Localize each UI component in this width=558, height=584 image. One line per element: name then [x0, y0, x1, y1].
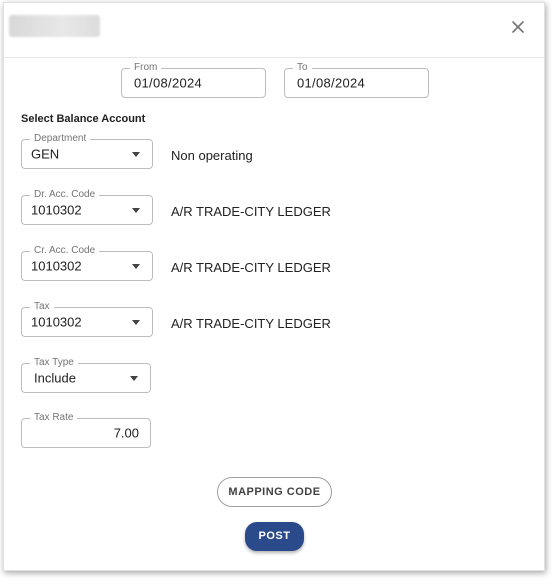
dr-acc-code-value: 1010302 [31, 202, 82, 218]
close-icon[interactable] [510, 19, 526, 35]
post-button[interactable]: POST [245, 522, 304, 551]
chevron-down-icon [132, 208, 140, 213]
tax-value: 1010302 [31, 314, 82, 330]
tax-type-select[interactable]: Tax Type Include [21, 357, 151, 393]
dialog-title-redacted [9, 15, 100, 37]
tax-label: Tax [30, 301, 54, 313]
dr-acc-code-description: A/R TRADE-CITY LEDGER [171, 204, 331, 219]
dr-acc-code-select[interactable]: Dr. Acc. Code 1010302 [21, 189, 153, 225]
tax-rate-label: Tax Rate [30, 412, 78, 424]
chevron-down-icon [132, 320, 140, 325]
chevron-down-icon [132, 264, 140, 269]
tax-type-label: Tax Type [30, 357, 78, 369]
department-description: Non operating [171, 148, 253, 163]
chevron-down-icon [132, 152, 140, 157]
tax-select[interactable]: Tax 1010302 [21, 301, 153, 337]
cr-acc-code-description: A/R TRADE-CITY LEDGER [171, 260, 331, 275]
from-date-field[interactable]: From 01/08/2024 [121, 62, 266, 98]
department-label: Department [30, 133, 91, 145]
from-date-label: From [130, 62, 162, 74]
section-title: Select Balance Account [21, 113, 146, 125]
balance-posting-dialog: From 01/08/2024 To 01/08/2024 Select Bal… [3, 2, 545, 571]
to-date-value: 01/08/2024 [297, 75, 366, 91]
tax-rate-input[interactable]: Tax Rate 7.00 [21, 412, 151, 448]
tax-type-value: Include [34, 370, 76, 386]
to-date-field[interactable]: To 01/08/2024 [284, 62, 429, 98]
dialog-header [4, 3, 544, 58]
to-date-label: To [293, 62, 312, 74]
cr-acc-code-select[interactable]: Cr. Acc. Code 1010302 [21, 245, 153, 281]
department-select[interactable]: Department GEN [21, 133, 153, 169]
mapping-code-button[interactable]: MAPPING CODE [217, 477, 332, 507]
cr-acc-code-label: Cr. Acc. Code [30, 245, 100, 257]
tax-description: A/R TRADE-CITY LEDGER [171, 316, 331, 331]
department-value: GEN [31, 146, 60, 162]
dr-acc-code-label: Dr. Acc. Code [30, 189, 100, 201]
from-date-value: 01/08/2024 [134, 75, 203, 91]
tax-rate-value: 7.00 [113, 425, 139, 441]
cr-acc-code-value: 1010302 [31, 258, 82, 274]
chevron-down-icon [130, 376, 138, 381]
